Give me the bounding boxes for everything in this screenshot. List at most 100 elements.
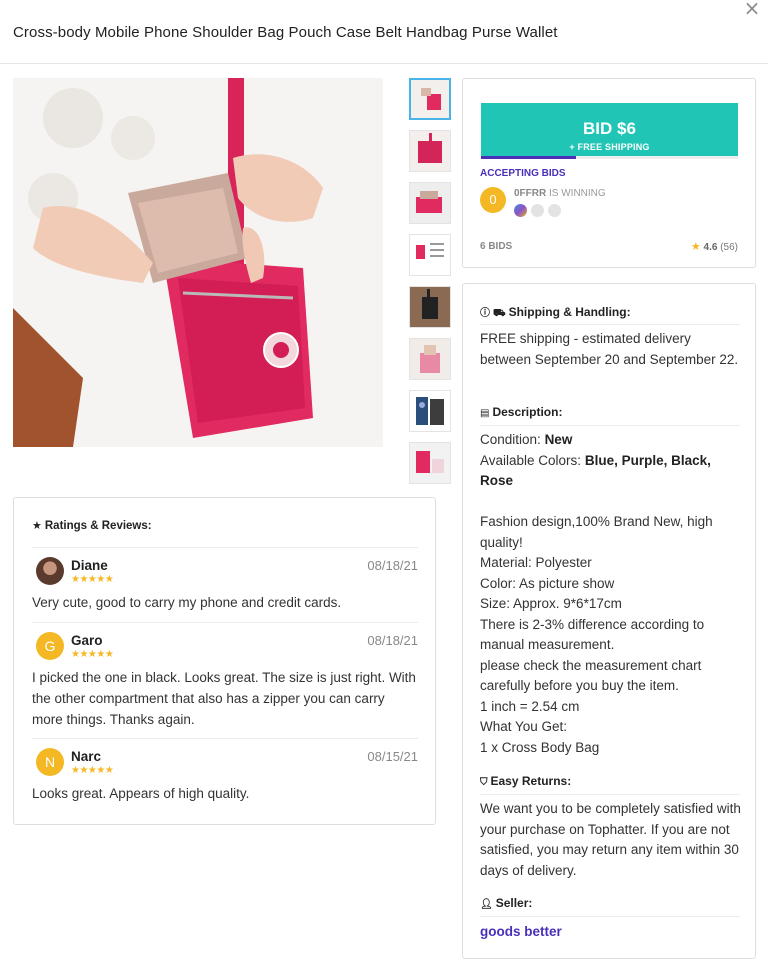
bid-button-label: BID $6 <box>583 119 636 138</box>
rating-count: (56) <box>720 242 738 253</box>
review-stars: ★★★★★ <box>71 649 114 660</box>
winner-label: 0FFRR IS WINNING <box>514 188 606 199</box>
thumbnail-image <box>410 235 450 275</box>
section-divider <box>480 794 740 795</box>
winner-avatar: 0 <box>480 187 506 213</box>
bids-count: 6 BIDS <box>480 241 513 252</box>
condition-label: Condition: <box>480 432 541 447</box>
document-icon: ▤ <box>480 408 490 419</box>
description-line: Fashion design,100% Brand New, high qual… <box>480 514 713 550</box>
reviewer-avatar: N <box>36 748 64 776</box>
review-date: 08/18/21 <box>367 633 418 648</box>
returns-heading: ⛉ Easy Returns: <box>480 774 571 788</box>
reviews-card: ★ Ratings & Reviews: Diane ★★★★★ 08/18/21… <box>13 497 436 825</box>
bid-button-sublabel: + FREE SHIPPING <box>569 142 650 152</box>
winner-suffix: IS WINNING <box>546 188 606 199</box>
bidder-avatar-placeholder <box>548 204 561 218</box>
description-body: Condition: New Available Colors: Blue, P… <box>480 430 742 758</box>
review-date: 08/18/21 <box>367 558 418 573</box>
review-text: I picked the one in black. Looks great. … <box>32 670 416 727</box>
star-icon: ★ <box>690 240 701 253</box>
reviewer-name: Garo <box>71 633 103 648</box>
colors-line: Available Colors: Blue, Purple, Black, R… <box>480 451 742 492</box>
product-title: Cross-body Mobile Phone Shoulder Bag Pou… <box>13 24 558 41</box>
auction-progress-fill <box>481 156 577 159</box>
bidder-avatar-placeholder <box>531 204 544 218</box>
close-icon[interactable]: × <box>742 0 762 18</box>
product-info-card: ⓘ ⛟ Shipping & Handling: FREE shipping - e… <box>462 283 756 959</box>
bidder-avatars <box>514 202 565 220</box>
auction-status: ACCEPTING BIDS <box>480 168 566 179</box>
seller-heading-label: Seller: <box>495 896 533 910</box>
thumbnail-image <box>410 131 450 171</box>
reviewer-name: Diane <box>71 558 108 573</box>
description-line: There is 2-3% difference according to ma… <box>480 616 705 653</box>
thumbnail-image <box>410 287 450 327</box>
thumbnail-strip <box>409 78 451 494</box>
reviews-heading: ★ Ratings & Reviews: <box>32 519 152 532</box>
section-divider <box>480 425 740 426</box>
bid-card: BID $6 + FREE SHIPPING ACCEPTING BIDS 0 … <box>462 78 756 268</box>
seller-rating: ★ 4.6 (56) <box>691 240 738 253</box>
bid-button[interactable]: BID $6 + FREE SHIPPING <box>481 103 738 156</box>
thumbnail-6[interactable] <box>409 338 451 380</box>
reviewer-name: Narc <box>71 749 102 764</box>
description-line: Material: Polyester <box>480 555 592 570</box>
header-divider <box>0 63 768 64</box>
description-line: please check the measurement chart caref… <box>480 657 702 694</box>
reviewer-avatar <box>36 557 64 585</box>
description-line: Size: Approx. 9*6*17cm <box>480 596 622 611</box>
description-line: 1 inch = 2.54 cm <box>480 698 580 714</box>
thumbnail-4[interactable] <box>409 234 451 276</box>
info-icon: ⓘ <box>480 308 490 319</box>
description-line: Color: As picture show <box>480 575 615 591</box>
thumbnail-image <box>410 391 450 431</box>
shield-icon: ⛉ <box>480 777 488 788</box>
reviewer-avatar: G <box>36 632 64 660</box>
thumbnail-image <box>410 183 450 223</box>
product-photo <box>13 78 383 447</box>
condition-value: New <box>544 432 573 447</box>
rating-value: 4.6 <box>703 242 718 253</box>
reviews-heading-label: Ratings & Reviews: <box>44 520 152 532</box>
section-divider <box>480 324 740 325</box>
seller-heading: 👤︎ Seller: <box>480 896 532 910</box>
colors-label: Available Colors: <box>480 452 582 468</box>
description-line: What You Get: <box>480 719 568 734</box>
description-line: 1 x Cross Body Bag <box>480 739 600 755</box>
main-product-image <box>13 78 383 447</box>
thumbnail-1[interactable] <box>409 78 451 120</box>
star-icon: ★ <box>32 519 42 532</box>
description-heading: ▤ Description: <box>480 405 562 419</box>
winner-name: 0FFRR <box>514 188 547 199</box>
thumbnail-8[interactable] <box>409 442 451 484</box>
thumbnail-7[interactable] <box>409 390 451 432</box>
shipping-text: FREE shipping - estimated delivery betwe… <box>480 331 739 367</box>
review-text: Looks great. Appears of high quality. <box>32 786 250 801</box>
truck-icon: ⛟ <box>493 308 506 319</box>
condition-line: Condition: New <box>480 430 742 451</box>
thumbnail-5[interactable] <box>409 286 451 328</box>
review-stars: ★★★★★ <box>71 574 114 585</box>
thumbnail-image <box>411 80 449 118</box>
review-divider <box>32 547 418 548</box>
bidder-avatar <box>514 204 527 218</box>
thumbnail-3[interactable] <box>409 182 451 224</box>
section-divider <box>480 916 740 917</box>
description-heading-label: Description: <box>492 405 563 419</box>
review-divider <box>32 738 418 739</box>
shipping-heading-label: Shipping & Handling: <box>508 305 631 319</box>
returns-text: We want you to be completely satisfied w… <box>480 801 741 878</box>
review-stars: ★★★★★ <box>71 765 114 776</box>
seller-name-link[interactable]: goods better <box>480 924 562 939</box>
review-date: 08/15/21 <box>367 749 418 764</box>
thumbnail-image <box>410 443 450 483</box>
returns-heading-label: Easy Returns: <box>490 774 572 788</box>
user-icon: 👤︎ <box>480 899 493 910</box>
auction-progress-bar <box>481 156 738 159</box>
review-divider <box>32 622 418 623</box>
shipping-heading: ⓘ ⛟ Shipping & Handling: <box>480 304 631 321</box>
thumbnail-2[interactable] <box>409 130 451 172</box>
thumbnail-image <box>410 339 450 379</box>
